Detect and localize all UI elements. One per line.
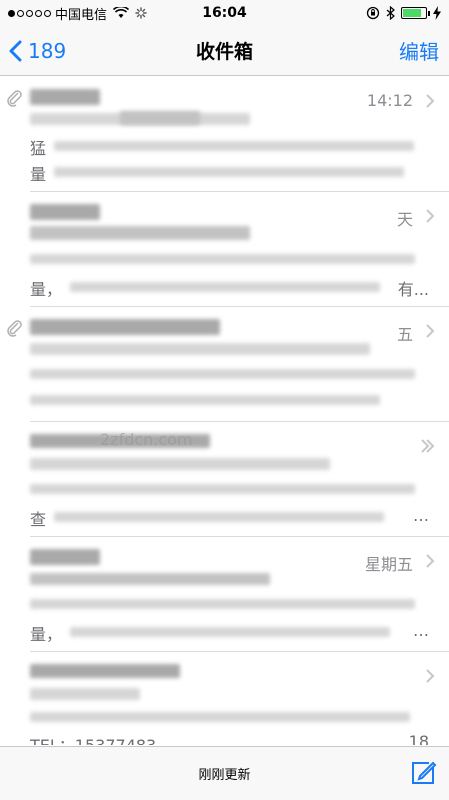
mail-preview-line2: 量，	[30, 280, 63, 299]
chevron-right-icon	[426, 209, 435, 223]
chevron-right-icon	[426, 324, 435, 338]
bluetooth-icon	[386, 6, 395, 20]
mail-date: 五	[396, 325, 413, 344]
wifi-icon	[113, 7, 130, 18]
mail-preview-end: 有...	[397, 280, 429, 299]
update-status: 刚刚更新	[198, 768, 251, 783]
paperclip-icon	[7, 90, 22, 107]
mail-row[interactable]: 14:12 猛 量	[7, 77, 449, 192]
compose-icon[interactable]	[409, 759, 437, 787]
chevron-left-icon	[9, 40, 22, 61]
mail-preview-end: 18	[408, 732, 429, 745]
activity-icon	[135, 7, 147, 19]
paperclip-icon	[7, 320, 22, 337]
battery-icon	[401, 7, 430, 19]
mail-preview-ellipsis: …	[413, 506, 429, 525]
charging-icon	[433, 6, 441, 20]
mail-date: 天	[396, 210, 413, 229]
back-label: 189	[28, 38, 67, 63]
mail-row[interactable]: 五	[7, 307, 449, 422]
lock-rotation-icon	[366, 6, 380, 20]
mail-preview-line2: 量	[30, 165, 47, 184]
mail-row[interactable]: 2zfdcn.com 查 …	[30, 422, 449, 537]
mail-row[interactable]: 天 量， 有...	[30, 192, 449, 307]
double-chevron-right-icon	[421, 439, 435, 453]
mail-preview-line2: TEL：15377483	[30, 732, 156, 745]
mail-preview-line2: 量，	[30, 625, 63, 644]
back-button[interactable]: 189	[0, 26, 66, 75]
mail-watermark: 2zfdcn.com	[100, 430, 193, 449]
status-bar: 中国电信 16:04	[0, 0, 449, 26]
chevron-right-icon	[426, 669, 435, 683]
signal-strength-icon	[8, 9, 51, 17]
bottom-toolbar: 刚刚更新	[0, 746, 449, 800]
chevron-right-icon	[426, 554, 435, 568]
carrier-name: 中国电信	[55, 7, 108, 23]
mail-preview-ellipsis: …	[413, 621, 429, 640]
page-title: 收件箱	[195, 41, 253, 63]
mail-date: 14:12	[366, 91, 413, 110]
mail-list: 14:12 猛 量 天 量， 有... 五 2zfdcn.com 查 … 星期五…	[0, 77, 449, 745]
edit-button[interactable]: 编辑	[399, 36, 449, 65]
chevron-right-icon	[426, 94, 435, 108]
mail-row[interactable]: TEL：15377483 18	[30, 652, 449, 745]
mail-preview-line2: 查	[30, 510, 47, 529]
battery-level	[403, 9, 421, 17]
navigation-bar: 189 收件箱 编辑	[0, 26, 449, 76]
mail-preview-start: 猛	[30, 139, 47, 158]
mail-row[interactable]: 星期五 量， …	[30, 537, 449, 652]
mail-date: 星期五	[364, 555, 413, 574]
